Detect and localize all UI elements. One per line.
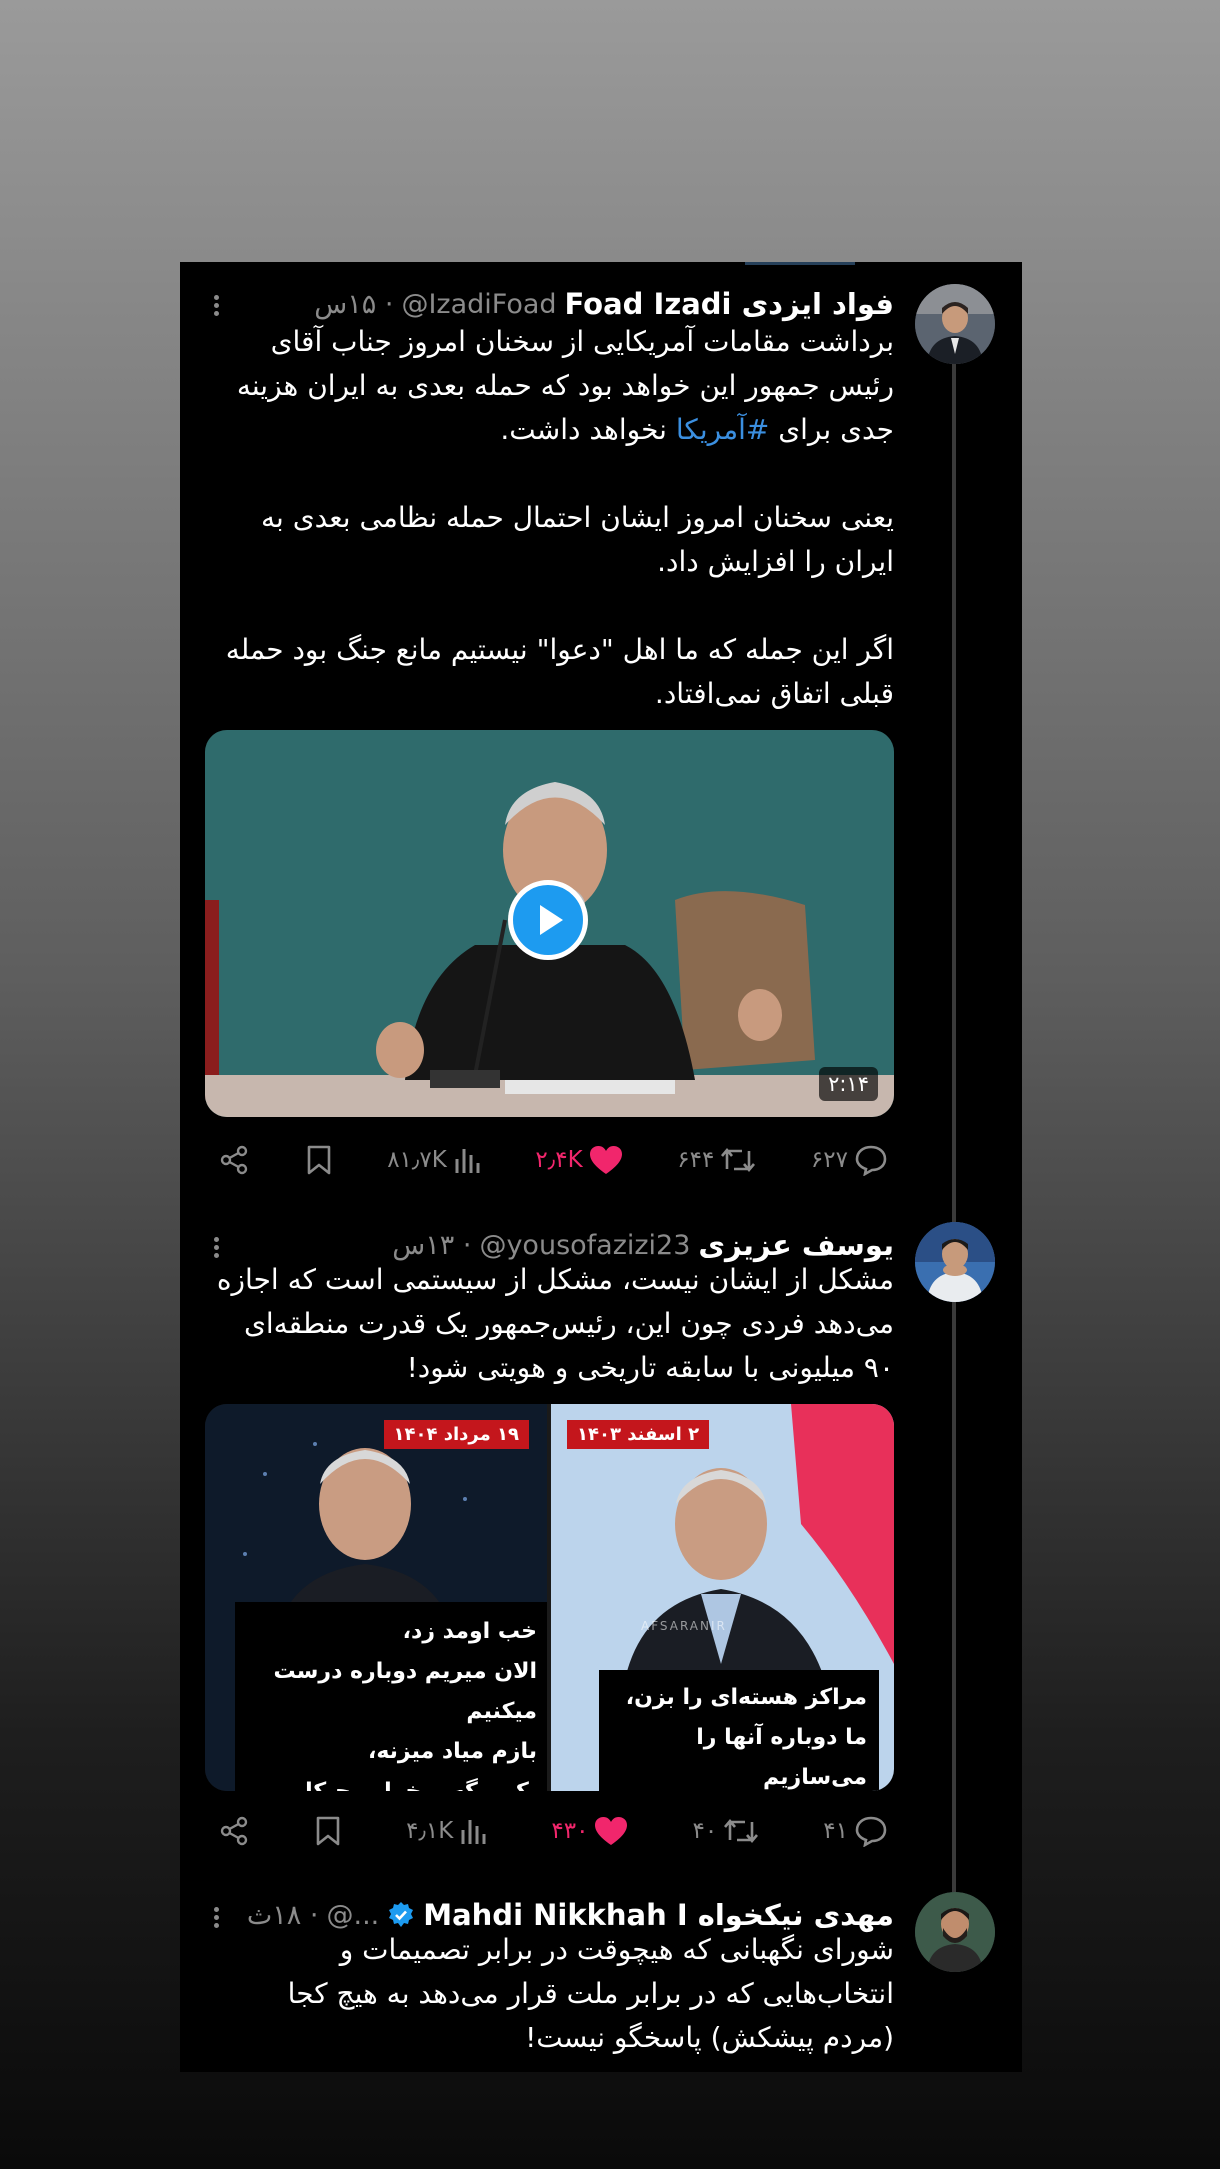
video-player[interactable]: ۲:۱۴: [205, 730, 894, 1117]
share-icon: [220, 1816, 248, 1846]
likes-value: ۲٫۴K: [535, 1147, 583, 1173]
tweet-actions: ۴٫۱K ۴۳۰ ۴۰ ۴۱: [218, 1811, 888, 1851]
share-button[interactable]: [218, 1815, 250, 1847]
retweet-button[interactable]: ۴۰: [693, 1816, 760, 1846]
replies-value: ۴۱: [823, 1818, 848, 1844]
bookmark-icon: [307, 1145, 330, 1175]
reply-icon: [855, 1145, 887, 1176]
reply-button[interactable]: ۶۲۷: [811, 1144, 888, 1176]
author-handle[interactable]: @yousofazizi23: [479, 1230, 690, 1261]
timestamp[interactable]: · ۱۳س: [392, 1230, 471, 1261]
like-icon: [589, 1146, 622, 1174]
tweet-header: فواد ایزدی Foad Izadi @IzadiFoad · ۱۵س: [314, 284, 894, 324]
share-button[interactable]: [218, 1144, 250, 1176]
retweet-button[interactable]: ۶۴۴: [677, 1145, 756, 1175]
like-button[interactable]: ۲٫۴K: [535, 1145, 622, 1175]
tweet-paragraph: اگر این جمله که ما اهل "دعوا" نیستیم مان…: [216, 633, 894, 710]
video-duration: ۲:۱۴: [819, 1067, 878, 1101]
views-icon: [455, 1149, 480, 1173]
date-tag: ۲ اسفند ۱۴۰۳: [567, 1420, 710, 1449]
author-handle[interactable]: @IzadiFoad: [401, 289, 556, 320]
views-value: ۸۱٫۷K: [387, 1147, 447, 1173]
timestamp[interactable]: · ۱۵س: [314, 289, 393, 320]
avatar[interactable]: [915, 284, 995, 364]
retweet-icon: [724, 1818, 759, 1844]
timestamp[interactable]: · ۱۸ث: [247, 1900, 319, 1931]
replies-value: ۶۲۷: [810, 1147, 848, 1173]
thread-connector-line: [952, 362, 956, 1937]
hashtag-link[interactable]: #آمریکا: [676, 413, 769, 446]
avatar-image: [915, 1892, 995, 1972]
tweet-text: مشکل از ایشان نیست، مشکل از سیستمی است ک…: [214, 1258, 894, 1390]
likes-value: ۴۳۰: [551, 1818, 589, 1844]
image-caption: خب اومد زد، الان میریم دوباره درست میکنی…: [235, 1602, 547, 1791]
bookmark-button[interactable]: [314, 1815, 342, 1847]
verified-icon: [389, 1902, 414, 1927]
scroll-indicator: [745, 262, 855, 265]
tweet-actions: ۸۱٫۷K ۲٫۴K ۶۴۴ ۶۲۷: [218, 1140, 888, 1180]
author-name[interactable]: مهدی نیکخواه Mahdi Nikkhah I: [423, 1898, 894, 1932]
author-handle[interactable]: @...: [326, 1900, 379, 1931]
retweets-value: ۴۰: [692, 1818, 718, 1844]
avatar[interactable]: [915, 1892, 995, 1972]
tweet-paragraph: مشکل از ایشان نیست، مشکل از سیستمی است ک…: [207, 1263, 894, 1384]
more-icon[interactable]: [214, 292, 226, 319]
author-name[interactable]: فواد ایزدی Foad Izadi: [565, 287, 894, 321]
reply-icon: [855, 1816, 887, 1847]
watermark: AFSARANIR: [641, 1619, 727, 1633]
tweet-paragraph: شورای نگهبانی که هیچوقت در برابر تصمیمات…: [278, 1933, 894, 2054]
like-icon: [595, 1817, 628, 1845]
more-icon[interactable]: [214, 1234, 226, 1261]
views-count[interactable]: ۴٫۱K: [406, 1816, 487, 1846]
tweet-text: شورای نگهبانی که هیچوقت در برابر تصمیمات…: [284, 1928, 894, 2060]
avatar[interactable]: [915, 1222, 995, 1302]
reply-button[interactable]: ۴۱: [823, 1815, 888, 1847]
image-grid[interactable]: ۱۹ مرداد ۱۴۰۴ خب اومد زد، الان میریم دوب…: [205, 1404, 894, 1791]
timeline-card: فواد ایزدی Foad Izadi @IzadiFoad · ۱۵س ب…: [180, 262, 1022, 2072]
tweet-paragraph: برداشت مقامات آمریکایی از سخنان امروز جن…: [227, 325, 894, 446]
like-button[interactable]: ۴۳۰: [551, 1816, 628, 1846]
views-icon: [461, 1820, 486, 1844]
retweets-value: ۶۴۴: [677, 1147, 715, 1173]
date-tag: ۱۹ مرداد ۱۴۰۴: [383, 1420, 529, 1449]
avatar-image: [915, 1222, 995, 1302]
share-icon: [220, 1145, 248, 1175]
more-icon[interactable]: [214, 1904, 226, 1931]
bookmark-icon: [316, 1816, 340, 1846]
views-count[interactable]: ۸۱٫۷K: [387, 1145, 481, 1175]
play-icon: [540, 905, 563, 935]
image-left[interactable]: ۱۹ مرداد ۱۴۰۴ خب اومد زد، الان میریم دوب…: [205, 1404, 547, 1791]
avatar-image: [915, 284, 995, 364]
image-right[interactable]: AFSARANIR ۲ اسفند ۱۴۰۳ مراکز هسته‌ای را …: [551, 1404, 894, 1791]
tweet-text: برداشت مقامات آمریکایی از سخنان امروز جن…: [214, 320, 894, 716]
tweet-paragraph: یعنی سخنان امروز ایشان احتمال حمله نظامی…: [252, 501, 894, 578]
play-button[interactable]: [508, 880, 588, 960]
views-value: ۴٫۱K: [406, 1818, 454, 1844]
bookmark-button[interactable]: [305, 1144, 333, 1176]
retweet-icon: [721, 1147, 756, 1173]
author-name[interactable]: یوسف عزیزی: [698, 1228, 894, 1262]
image-caption: مراکز هسته‌ای را بزن، ما دوباره آنها را …: [599, 1670, 879, 1791]
